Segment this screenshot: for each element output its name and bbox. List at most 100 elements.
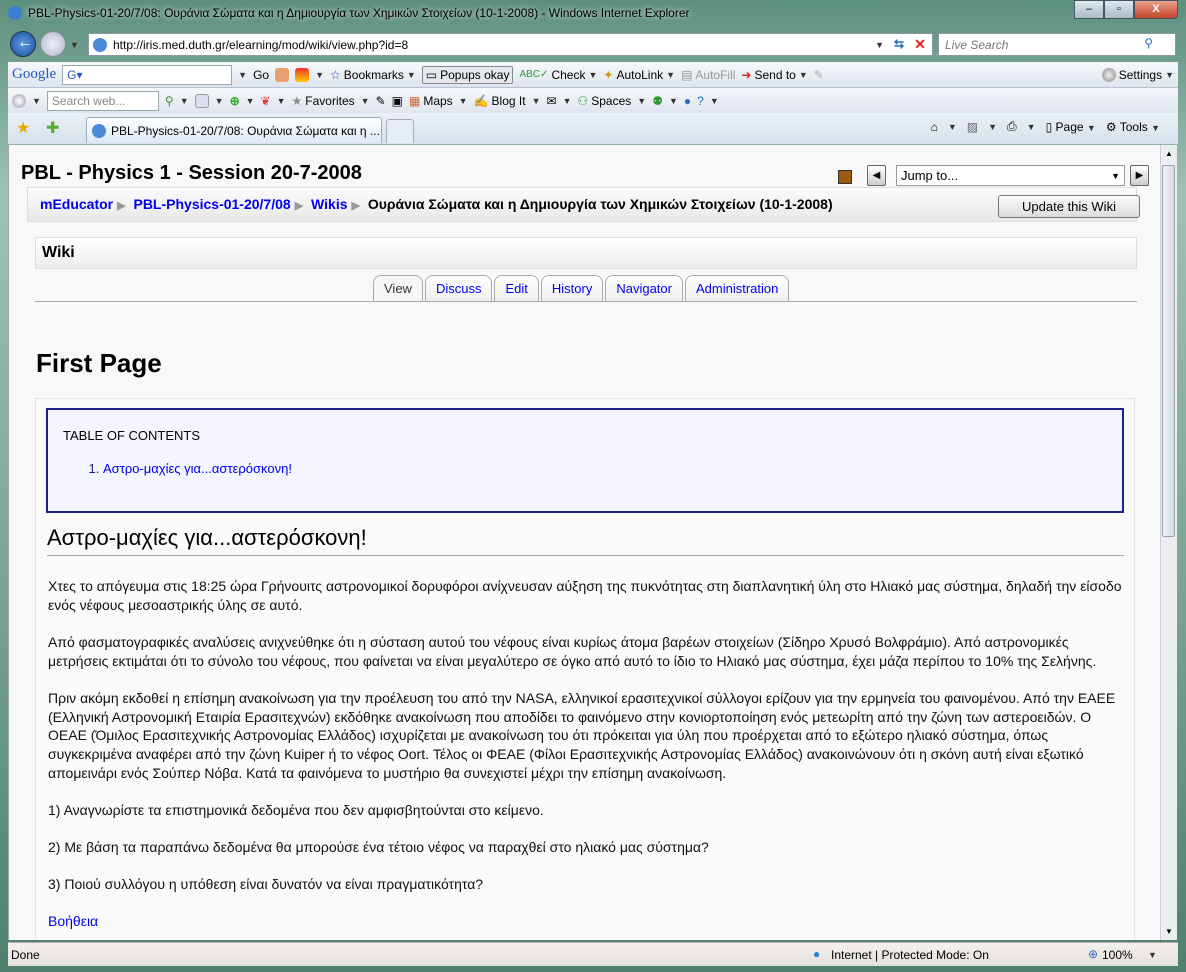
- home-icon[interactable]: ⌂: [931, 120, 938, 134]
- spellcheck-button[interactable]: ABC✓ Check ▼: [519, 68, 597, 82]
- web-search-input[interactable]: Search web...: [46, 90, 159, 111]
- help-icon[interactable]: ?: [697, 94, 704, 108]
- tab-edit[interactable]: Edit: [494, 275, 539, 302]
- favorites-button[interactable]: ★ Favorites: [292, 94, 355, 108]
- news-icon[interactable]: [275, 67, 290, 82]
- scrollbar-thumb[interactable]: [1162, 165, 1175, 537]
- rss-icon[interactable]: ▨: [967, 120, 978, 134]
- search-icon[interactable]: ⚲: [165, 94, 174, 108]
- page-icon: ▯: [1045, 119, 1053, 134]
- maps-button[interactable]: ▦ Maps: [409, 94, 453, 108]
- feed-icon[interactable]: [194, 93, 209, 108]
- prev-activity-button[interactable]: ◀: [867, 165, 886, 186]
- autofill-button[interactable]: ▤ AutoFill: [681, 68, 735, 82]
- tab-history[interactable]: History: [540, 275, 604, 302]
- back-button[interactable]: ←: [10, 31, 36, 57]
- next-activity-button[interactable]: ▶: [1130, 165, 1149, 186]
- apps-dropdown-icon[interactable]: ▼: [315, 70, 324, 80]
- contacts-icon[interactable]: ⚉: [652, 94, 663, 108]
- status-bar: Done ● Internet | Protected Mode: On ⊕ 1…: [8, 942, 1178, 966]
- zoom-level[interactable]: 100%: [1102, 948, 1133, 962]
- google-dropdown-icon[interactable]: ▼: [238, 70, 247, 80]
- stop-icon[interactable]: ✕: [914, 36, 926, 53]
- jump-to-select[interactable]: Jump to... ▼: [896, 165, 1125, 186]
- pen-icon[interactable]: ✎: [376, 94, 386, 108]
- settings-icon: [1101, 67, 1116, 82]
- minimize-button[interactable]: –: [1074, 0, 1104, 19]
- breadcrumb-link[interactable]: Wikis: [311, 196, 347, 212]
- windows-logo-icon[interactable]: [12, 93, 26, 108]
- maximize-button[interactable]: ▫: [1104, 0, 1134, 19]
- update-wiki-button[interactable]: Update this Wiki: [998, 195, 1140, 218]
- address-bar[interactable]: http://iris.med.duth.gr/elearning/mod/wi…: [88, 33, 933, 56]
- sendto-icon: ➜: [741, 67, 752, 82]
- tab-navigator[interactable]: Navigator: [605, 275, 683, 302]
- page-menu[interactable]: ▯ Page ▼: [1046, 120, 1096, 134]
- toc-link[interactable]: Αστρο-μαχίες για...αστερόσκονη!: [103, 461, 292, 476]
- star-icon: ☆: [330, 67, 341, 82]
- note-icon[interactable]: ▣: [392, 94, 403, 108]
- question: 2) Με βάση τα παραπάνω δεδομένα θα μπορο…: [48, 839, 709, 856]
- scroll-up-icon[interactable]: ▲: [1165, 149, 1173, 158]
- settings-button[interactable]: Settings ▼: [1101, 67, 1174, 82]
- breadcrumb-link[interactable]: mEducator: [40, 196, 113, 212]
- tools-menu[interactable]: ⚙ Tools ▼: [1106, 120, 1160, 134]
- breadcrumb-current: Ουράνια Σώματα και η Δημιουργία των Χημι…: [367, 196, 833, 212]
- window-title: PBL-Physics-01-20/7/08: Ουράνια Σώματα κ…: [28, 6, 690, 20]
- help-link[interactable]: Βοήθεια: [48, 913, 98, 929]
- spaces-icon: ⚇: [577, 93, 589, 108]
- bookmarks-button[interactable]: ☆ Bookmarks ▼: [330, 68, 416, 82]
- page-icon: [92, 124, 106, 138]
- tools-circle-icon[interactable]: ●: [684, 94, 691, 108]
- close-button[interactable]: X: [1134, 0, 1178, 19]
- tab-discuss[interactable]: Discuss: [424, 275, 493, 302]
- status-text: Done: [11, 948, 40, 962]
- report-icon[interactable]: [838, 170, 852, 184]
- tab-view[interactable]: View: [373, 275, 423, 302]
- tab-administration[interactable]: Administration: [684, 275, 790, 302]
- butterfly-icon[interactable]: ❦: [261, 94, 271, 108]
- back-arrow-icon: ←: [17, 34, 33, 51]
- zoom-dropdown-icon[interactable]: ▼: [1148, 950, 1157, 960]
- tab-row: ★ ✚ PBL-Physics-01-20/7/08: Ουράνια Σώμα…: [8, 113, 1178, 144]
- new-tab-button[interactable]: [386, 119, 414, 143]
- breadcrumb-link[interactable]: PBL-Physics-01-20/7/08: [133, 196, 290, 212]
- ie-logo-icon: [8, 6, 22, 20]
- wiki-heading: Wiki: [35, 237, 1137, 269]
- add-favorite-icon[interactable]: ✚: [46, 118, 59, 138]
- autofill-icon: ▤: [681, 67, 693, 82]
- wiki-tabs: View Discuss Edit History Navigator Admi…: [373, 275, 790, 302]
- browser-tab[interactable]: PBL-Physics-01-20/7/08: Ουράνια Σώματα κ…: [86, 117, 382, 143]
- google-toolbar: Google G▾ ▼ Go ▼ ☆ Bookmarks ▼ ▭ Popups oka…: [8, 62, 1178, 88]
- google-search-input[interactable]: G▾: [62, 64, 233, 85]
- tab-title: PBL-Physics-01-20/7/08: Ουράνια Σώματα κ…: [111, 124, 380, 138]
- go-button[interactable]: Go: [253, 68, 269, 82]
- autolink-button[interactable]: ✦ AutoLink ▼: [603, 68, 675, 82]
- scroll-down-icon[interactable]: ▼: [1165, 927, 1173, 936]
- mail-icon[interactable]: ✉: [547, 94, 557, 108]
- page-content: PBL - Physics 1 - Session 20-7-2008 ◀ Ju…: [8, 145, 1160, 940]
- live-search-input[interactable]: Live Search ⚲: [938, 33, 1176, 56]
- tab-divider: [35, 301, 1137, 302]
- apps-icon[interactable]: [295, 67, 310, 82]
- sendto-button[interactable]: ➜ Send to ▼: [741, 68, 807, 82]
- security-zone[interactable]: Internet | Protected Mode: On: [831, 948, 989, 962]
- paragraph: Χτες το απόγευμα στις 18:25 ώρα Γρήνουιτ…: [48, 578, 1122, 613]
- history-dropdown-icon[interactable]: ▼: [70, 40, 79, 50]
- search-icon[interactable]: ⚲: [1144, 36, 1153, 50]
- popup-icon: ▭: [425, 67, 438, 82]
- address-dropdown-icon[interactable]: ▼: [875, 40, 884, 50]
- table-of-contents: TABLE OF CONTENTS Αστρο-μαχίες για...αστ…: [46, 408, 1124, 513]
- highlighter-icon[interactable]: ✎: [814, 68, 824, 82]
- favorites-center-icon[interactable]: ★: [16, 118, 30, 138]
- forward-button[interactable]: [40, 31, 66, 57]
- blogit-button[interactable]: ✍ Blog It: [474, 94, 526, 108]
- paragraph: Πριν ακόμη εκδοθεί η επίσημη ανακοίνωση …: [48, 689, 1116, 781]
- print-icon[interactable]: ⎙: [1007, 119, 1017, 134]
- add-icon[interactable]: ⊕: [230, 94, 240, 108]
- msn-toolbar: ▼ Search web... ⚲ ▼ ▼ ⊕ ▼ ❦ ▼ ★ Favorites ▼ ✎…: [8, 88, 1178, 114]
- refresh-icon[interactable]: ⇆: [894, 37, 904, 51]
- popups-button[interactable]: ▭ Popups okay: [421, 65, 514, 84]
- spaces-button[interactable]: ⚇ Spaces: [577, 94, 631, 108]
- course-title: PBL - Physics 1 - Session 20-7-2008: [21, 162, 362, 184]
